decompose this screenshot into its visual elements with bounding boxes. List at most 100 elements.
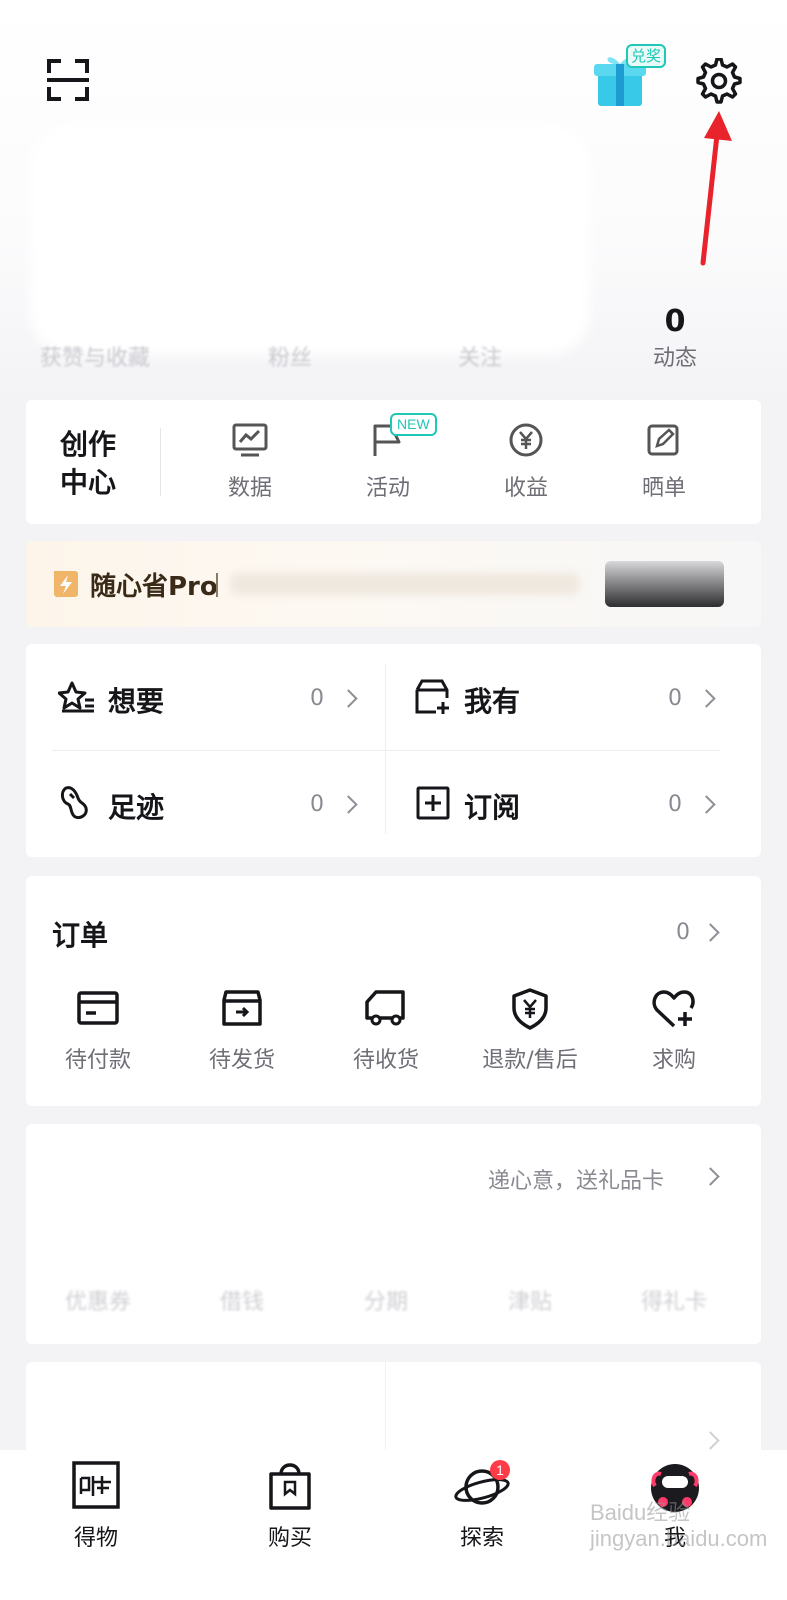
order-item-pending-payment[interactable]: 待付款 (48, 988, 148, 1074)
tab-label: 得物 (73, 1526, 118, 1551)
lightning-icon (54, 571, 78, 597)
quick-count: 0 (668, 792, 682, 817)
gift-icon[interactable]: 兑奖 (592, 44, 672, 110)
chart-icon (232, 423, 268, 457)
tab-buy[interactable]: 购买 (240, 1460, 340, 1552)
stat-fans[interactable]: 粉丝 (215, 340, 365, 372)
creator-item-label: 晒单 (641, 476, 686, 501)
tab-label: 购买 (267, 1526, 312, 1551)
wallet-label: 优惠券 (64, 1290, 131, 1315)
creator-item-data[interactable]: 数据 (202, 422, 298, 502)
wallet-item-allowance[interactable]: 津贴 (480, 1284, 580, 1316)
quick-item-subscribe[interactable]: 订阅 0 (410, 780, 720, 830)
edit-icon (647, 424, 679, 456)
promo-title: 随心省Pro (90, 572, 218, 602)
quick-item-want[interactable]: 想要 0 (52, 674, 362, 724)
red-arrow-annotation (700, 111, 732, 266)
chevron-right-icon (701, 1431, 720, 1450)
order-item-pending-receipt[interactable]: 待收货 (336, 988, 436, 1074)
grid-v-divider (385, 1362, 386, 1452)
order-item-refund[interactable]: 退款/售后 (470, 988, 590, 1074)
quick-item-owned[interactable]: 我有 0 (410, 674, 720, 724)
quick-label: 我有 (464, 685, 521, 718)
order-label: 待付款 (64, 1048, 131, 1073)
scan-icon[interactable] (46, 58, 90, 102)
add-square-icon (416, 786, 450, 820)
chevron-right-icon (697, 689, 716, 708)
grid-v-divider (385, 664, 386, 834)
stat-label: 获赞与收藏 (39, 346, 150, 371)
order-label: 待发货 (208, 1048, 275, 1073)
order-item-wanted[interactable]: 求购 (624, 988, 724, 1074)
chevron-right-icon (701, 1167, 720, 1186)
quick-label: 订阅 (464, 791, 521, 824)
wallet-item-loan[interactable]: 借钱 (192, 1284, 292, 1316)
tab-label: 探索 (459, 1526, 504, 1551)
grid-h-divider (52, 750, 720, 751)
stat-following[interactable]: 关注 (405, 340, 555, 372)
creator-item-activity[interactable]: 活动 NEW (340, 413, 437, 502)
quick-access-card: 想要 0 我有 0 足迹 0 订阅 0 (26, 644, 761, 857)
stats-row: 获赞与收藏 粉丝 关注 0 动态 (0, 300, 787, 380)
quick-count: 0 (668, 686, 682, 711)
creator-item-showcase[interactable]: 晒单 (616, 422, 712, 502)
planet-icon: 1 (454, 1460, 510, 1505)
promo-separator (216, 573, 218, 597)
creator-item-label: 数据 (227, 476, 272, 501)
order-label: 退款/售后 (482, 1048, 578, 1073)
orders-card: 订单 0 待付款 待发货 待收货 退款/售后 求购 (26, 876, 761, 1106)
quick-count: 0 (310, 792, 324, 817)
footprint-icon (60, 786, 88, 820)
promo-banner[interactable]: 随心省Pro (26, 541, 761, 627)
quick-label: 足迹 (108, 791, 165, 824)
orders-title[interactable]: 订单 (52, 914, 108, 954)
chevron-right-icon (697, 795, 716, 814)
box-plus-icon (415, 679, 449, 714)
watermark: Baidu经验 jingyan.baidu.com (590, 1500, 768, 1551)
creator-item-label: 收益 (503, 476, 548, 501)
yen-icon (509, 423, 543, 457)
wallet-label: 津贴 (507, 1290, 552, 1315)
promo-subtitle-blur (230, 573, 580, 595)
shield-yen-icon (512, 988, 548, 1030)
stat-likes[interactable]: 获赞与收藏 (20, 340, 170, 372)
order-label: 求购 (651, 1048, 696, 1073)
divider (160, 428, 161, 496)
truck-icon (365, 990, 405, 1026)
stat-value: 0 (664, 304, 686, 339)
star-list-icon (58, 681, 94, 713)
creator-center-card: 创作 中心 数据 活动 NEW 收益 晒单 (26, 400, 761, 524)
dewu-logo-icon (72, 1461, 120, 1509)
svg-text:1: 1 (496, 1462, 504, 1478)
card-icon (77, 991, 119, 1025)
stat-label: 关注 (457, 346, 502, 371)
wallet-item-installment[interactable]: 分期 (336, 1284, 436, 1316)
wallet-label: 分期 (363, 1290, 408, 1315)
tab-explore[interactable]: 1 探索 (432, 1460, 532, 1552)
stat-posts[interactable]: 0 动态 (610, 304, 740, 372)
orders-count[interactable]: 0 (676, 920, 690, 945)
wallet-promo-text[interactable]: 递心意，送礼品卡 (488, 1163, 664, 1195)
wallet-label: 借钱 (219, 1290, 264, 1315)
wallet-item-coupon[interactable]: 优惠券 (48, 1284, 148, 1316)
wallet-item-giftcard[interactable]: 得礼卡 (624, 1284, 724, 1316)
chevron-right-icon (339, 795, 358, 814)
chevron-right-icon (339, 689, 358, 708)
wallet-card: 递心意，送礼品卡 优惠券 借钱 分期 津贴 得礼卡 (26, 1124, 761, 1344)
creator-title-line: 创作 (60, 428, 117, 461)
chevron-right-icon (701, 923, 720, 942)
tab-dewu[interactable]: 得物 (46, 1460, 146, 1552)
stat-label: 动态 (652, 346, 697, 371)
creator-item-income[interactable]: 收益 (478, 422, 574, 502)
gear-icon[interactable] (696, 57, 742, 104)
creator-title[interactable]: 创作 中心 (60, 426, 116, 502)
shopping-bag-icon (269, 1463, 311, 1510)
heart-plus-icon (652, 990, 695, 1028)
wallet-label: 得礼卡 (640, 1290, 707, 1315)
order-item-pending-shipment[interactable]: 待发货 (192, 988, 292, 1074)
package-icon (222, 990, 262, 1026)
promo-button[interactable] (605, 561, 724, 607)
quick-item-footprint[interactable]: 足迹 0 (52, 780, 362, 830)
new-badge: NEW (390, 413, 437, 436)
quick-label: 想要 (108, 685, 165, 718)
